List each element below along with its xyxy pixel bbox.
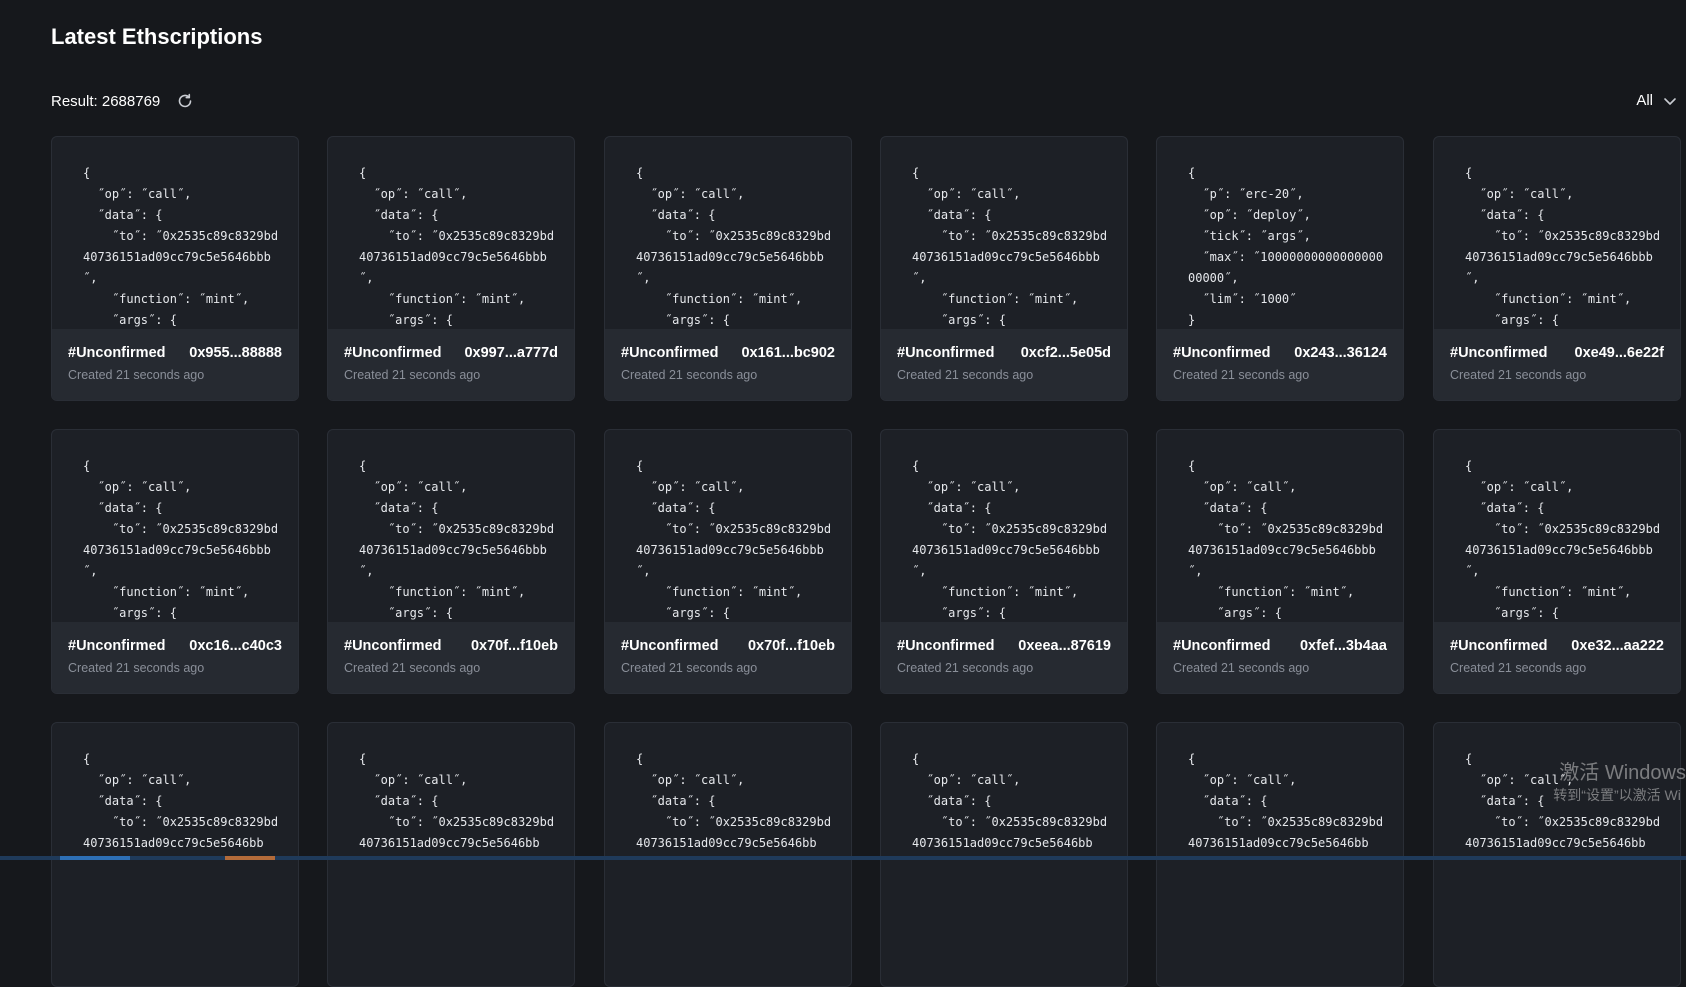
card-content: { ˝op˝: ˝call˝, ˝data˝: { ˝to˝: ˝0x2535c… (83, 459, 279, 620)
card-content: { ˝op˝: ˝call˝, ˝data˝: { ˝to˝: ˝0x2535c… (83, 752, 279, 850)
card-created: Created 21 seconds ago (897, 368, 1034, 382)
card-hash: 0x955...88888 (189, 345, 282, 361)
card-footer: #Unconfirmed 0x997...a777d Created 21 se… (328, 329, 574, 400)
card-content: { ˝op˝: ˝call˝, ˝data˝: { ˝to˝: ˝0x2535c… (1188, 459, 1384, 620)
card-content: { ˝op˝: ˝call˝, ˝data˝: { ˝to˝: ˝0x2535c… (636, 459, 832, 620)
ethscription-card[interactable]: { ˝op˝: ˝call˝, ˝data˝: { ˝to˝: ˝0x2535c… (1433, 722, 1681, 987)
taskbar (0, 856, 1686, 860)
ethscription-card[interactable]: { ˝p˝: ˝erc-20˝, ˝op˝: ˝deploy˝, ˝tick˝:… (1156, 136, 1404, 401)
card-footer: #Unconfirmed 0x70f...f10eb Created 21 se… (605, 622, 851, 693)
card-created: Created 21 seconds ago (621, 661, 758, 675)
taskbar-item[interactable] (60, 856, 130, 860)
card-number: #Unconfirmed (621, 638, 719, 654)
card-created: Created 21 seconds ago (1450, 368, 1587, 382)
card-created: Created 21 seconds ago (1173, 661, 1310, 675)
card-number: #Unconfirmed (1450, 345, 1548, 361)
filter-selected-value: All (1636, 92, 1653, 109)
filter-dropdown[interactable]: All (1636, 92, 1677, 109)
ethscription-card[interactable]: { ˝op˝: ˝call˝, ˝data˝: { ˝to˝: ˝0x2535c… (880, 429, 1128, 694)
card-number: #Unconfirmed (897, 345, 995, 361)
card-footer: #Unconfirmed 0x70f...f10eb Created 21 se… (328, 622, 574, 693)
ethscription-card[interactable]: { ˝op˝: ˝call˝, ˝data˝: { ˝to˝: ˝0x2535c… (51, 722, 299, 987)
result-bar: Result: 2688769 (51, 92, 194, 110)
card-hash: 0xc16...c40c3 (189, 638, 282, 654)
card-content: { ˝op˝: ˝call˝, ˝data˝: { ˝to˝: ˝0x2535c… (1465, 459, 1661, 620)
card-content: { ˝op˝: ˝call˝, ˝data˝: { ˝to˝: ˝0x2535c… (359, 166, 555, 327)
ethscription-card[interactable]: { ˝op˝: ˝call˝, ˝data˝: { ˝to˝: ˝0x2535c… (327, 722, 575, 987)
card-number: #Unconfirmed (68, 345, 166, 361)
ethscription-card[interactable]: { ˝op˝: ˝call˝, ˝data˝: { ˝to˝: ˝0x2535c… (604, 429, 852, 694)
card-hash: 0x243...36124 (1294, 345, 1387, 361)
ethscription-card[interactable]: { ˝op˝: ˝call˝, ˝data˝: { ˝to˝: ˝0x2535c… (327, 136, 575, 401)
page-title: Latest Ethscriptions (51, 24, 263, 49)
ethscription-card[interactable]: { ˝op˝: ˝call˝, ˝data˝: { ˝to˝: ˝0x2535c… (604, 136, 852, 401)
card-number: #Unconfirmed (1173, 345, 1271, 361)
card-footer: #Unconfirmed 0xc16...c40c3 Created 21 se… (52, 622, 298, 693)
card-content: { ˝op˝: ˝call˝, ˝data˝: { ˝to˝: ˝0x2535c… (83, 166, 279, 327)
card-number: #Unconfirmed (1450, 638, 1548, 654)
taskbar-item[interactable] (225, 856, 275, 860)
ethscription-card[interactable]: { ˝op˝: ˝call˝, ˝data˝: { ˝to˝: ˝0x2535c… (880, 722, 1128, 987)
card-hash: 0xe32...aa222 (1571, 638, 1664, 654)
card-number: #Unconfirmed (1173, 638, 1271, 654)
card-content: { ˝op˝: ˝call˝, ˝data˝: { ˝to˝: ˝0x2535c… (359, 459, 555, 620)
card-content: { ˝op˝: ˝call˝, ˝data˝: { ˝to˝: ˝0x2535c… (1465, 752, 1661, 850)
card-hash: 0x997...a777d (464, 345, 558, 361)
card-content: { ˝op˝: ˝call˝, ˝data˝: { ˝to˝: ˝0x2535c… (636, 752, 832, 850)
card-hash: 0x161...bc902 (741, 345, 835, 361)
ethscription-card[interactable]: { ˝op˝: ˝call˝, ˝data˝: { ˝to˝: ˝0x2535c… (51, 429, 299, 694)
card-content: { ˝op˝: ˝call˝, ˝data˝: { ˝to˝: ˝0x2535c… (1465, 166, 1661, 327)
card-content: { ˝p˝: ˝erc-20˝, ˝op˝: ˝deploy˝, ˝tick˝:… (1188, 166, 1384, 327)
card-hash: 0xe49...6e22f (1574, 345, 1665, 361)
card-number: #Unconfirmed (897, 638, 995, 654)
card-footer: #Unconfirmed 0xe32...aa222 Created 21 se… (1434, 622, 1680, 693)
ethscription-card[interactable]: { ˝op˝: ˝call˝, ˝data˝: { ˝to˝: ˝0x2535c… (1156, 722, 1404, 987)
card-footer: #Unconfirmed 0x955...88888 Created 21 se… (52, 329, 298, 400)
result-count: Result: 2688769 (51, 92, 161, 110)
card-footer: #Unconfirmed 0xfef...3b4aa Created 21 se… (1157, 622, 1403, 693)
ethscription-card[interactable]: { ˝op˝: ˝call˝, ˝data˝: { ˝to˝: ˝0x2535c… (51, 136, 299, 401)
card-created: Created 21 seconds ago (621, 368, 758, 382)
card-number: #Unconfirmed (344, 345, 442, 361)
ethscription-card[interactable]: { ˝op˝: ˝call˝, ˝data˝: { ˝to˝: ˝0x2535c… (327, 429, 575, 694)
card-number: #Unconfirmed (344, 638, 442, 654)
card-number: #Unconfirmed (621, 345, 719, 361)
ethscription-card[interactable]: { ˝op˝: ˝call˝, ˝data˝: { ˝to˝: ˝0x2535c… (604, 722, 852, 987)
card-created: Created 21 seconds ago (1450, 661, 1587, 675)
card-footer: #Unconfirmed 0xe49...6e22f Created 21 se… (1434, 329, 1680, 400)
card-hash: 0xeea...87619 (1018, 638, 1111, 654)
card-content: { ˝op˝: ˝call˝, ˝data˝: { ˝to˝: ˝0x2535c… (1188, 752, 1384, 850)
card-hash: 0x70f...f10eb (470, 638, 558, 654)
card-content: { ˝op˝: ˝call˝, ˝data˝: { ˝to˝: ˝0x2535c… (359, 752, 555, 850)
card-footer: #Unconfirmed 0x243...36124 Created 21 se… (1157, 329, 1403, 400)
card-number: #Unconfirmed (68, 638, 166, 654)
ethscription-card[interactable]: { ˝op˝: ˝call˝, ˝data˝: { ˝to˝: ˝0x2535c… (1433, 136, 1681, 401)
card-content: { ˝op˝: ˝call˝, ˝data˝: { ˝to˝: ˝0x2535c… (912, 752, 1108, 850)
card-hash: 0x70f...f10eb (747, 638, 835, 654)
card-created: Created 21 seconds ago (344, 368, 481, 382)
card-footer: #Unconfirmed 0xeea...87619 Created 21 se… (881, 622, 1127, 693)
card-content: { ˝op˝: ˝call˝, ˝data˝: { ˝to˝: ˝0x2535c… (912, 459, 1108, 620)
ethscription-card[interactable]: { ˝op˝: ˝call˝, ˝data˝: { ˝to˝: ˝0x2535c… (1433, 429, 1681, 694)
card-created: Created 21 seconds ago (68, 661, 205, 675)
card-footer: #Unconfirmed 0x161...bc902 Created 21 se… (605, 329, 851, 400)
card-created: Created 21 seconds ago (897, 661, 1034, 675)
ethscription-card[interactable]: { ˝op˝: ˝call˝, ˝data˝: { ˝to˝: ˝0x2535c… (880, 136, 1128, 401)
card-created: Created 21 seconds ago (68, 368, 205, 382)
card-content: { ˝op˝: ˝call˝, ˝data˝: { ˝to˝: ˝0x2535c… (912, 166, 1108, 327)
refresh-icon[interactable] (176, 92, 194, 110)
ethscription-card[interactable]: { ˝op˝: ˝call˝, ˝data˝: { ˝to˝: ˝0x2535c… (1156, 429, 1404, 694)
card-footer: #Unconfirmed 0xcf2...5e05d Created 21 se… (881, 329, 1127, 400)
card-created: Created 21 seconds ago (344, 661, 481, 675)
card-hash: 0xcf2...5e05d (1020, 345, 1111, 361)
card-created: Created 21 seconds ago (1173, 368, 1310, 382)
card-content: { ˝op˝: ˝call˝, ˝data˝: { ˝to˝: ˝0x2535c… (636, 166, 832, 327)
card-hash: 0xfef...3b4aa (1299, 638, 1387, 654)
chevron-down-icon (1663, 94, 1677, 108)
